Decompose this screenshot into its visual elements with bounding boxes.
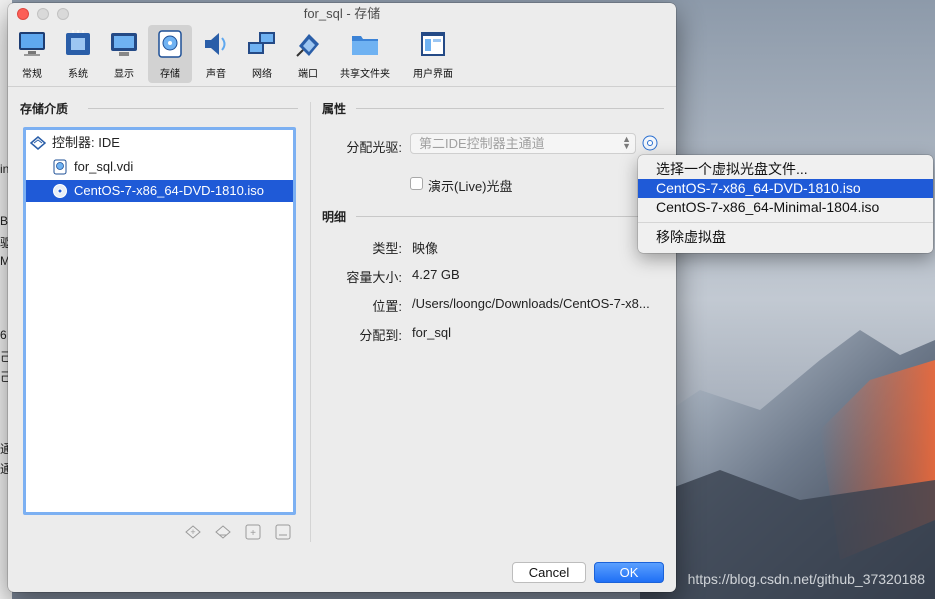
section-divider <box>356 216 664 217</box>
ok-button[interactable]: OK <box>594 562 664 583</box>
menu-item-choose-file[interactable]: 选择一个虚拟光盘文件... <box>638 160 933 179</box>
folder-icon <box>350 29 380 59</box>
tab-network[interactable]: 网络 <box>240 25 284 83</box>
tree-item-iso[interactable]: CentOS-7-x86_64-DVD-1810.iso <box>26 180 293 202</box>
cancel-button[interactable]: Cancel <box>512 562 586 583</box>
size-value: 4.27 GB <box>412 267 460 282</box>
chevron-updown-icon: ▲ ▼ <box>622 134 631 151</box>
section-divider <box>88 108 298 109</box>
tab-label: 显示 <box>114 69 134 80</box>
location-label: 位置: <box>372 299 402 314</box>
tab-label: 端口 <box>298 69 318 80</box>
remove-controller-icon[interactable] <box>214 523 232 541</box>
location-value: /Users/loongc/Downloads/CentOS-7-x8... <box>412 296 650 311</box>
pane-divider <box>310 102 311 542</box>
svg-text:+: + <box>190 527 195 537</box>
close-button[interactable] <box>17 8 29 20</box>
attached-value: for_sql <box>412 325 452 340</box>
watermark: https://blog.csdn.net/github_37320188 <box>687 571 925 587</box>
minimize-button[interactable] <box>37 8 49 20</box>
storage-page: 存储介质 控制器: IDE for_sql.vdi CentOS-7-x86_6… <box>8 87 676 592</box>
disk-icon <box>52 159 68 175</box>
live-cd-checkbox[interactable] <box>410 177 423 190</box>
select-value: 第二IDE控制器主通道 <box>419 136 545 151</box>
zoom-button[interactable] <box>57 8 69 20</box>
storage-icon <box>155 29 185 59</box>
type-label: 类型: <box>372 241 402 256</box>
tab-general[interactable]: 常规 <box>10 25 54 83</box>
menu-item-minimal-iso[interactable]: CentOS-7-x86_64-Minimal-1804.iso <box>638 198 933 217</box>
tab-display[interactable]: 显示 <box>102 25 146 83</box>
chip-icon <box>63 29 93 59</box>
choose-disk-icon[interactable] <box>642 135 658 151</box>
tab-label: 常规 <box>22 69 42 80</box>
tree-item-controller[interactable]: 控制器: IDE <box>26 132 293 154</box>
size-label: 容量大小: <box>346 270 402 285</box>
attached-label: 分配到: <box>359 328 402 343</box>
title-bar[interactable]: for_sql - 存储 <box>8 3 676 25</box>
tab-system[interactable]: 系统 <box>56 25 100 83</box>
drive-label: 分配光驱: <box>346 140 402 155</box>
display-icon <box>109 29 139 59</box>
svg-text:+: + <box>250 528 256 539</box>
settings-toolbar: 常规 系统 显示 存储 声音 网络 端口 共享文件夹 用户界面 <box>8 25 676 87</box>
monitor-icon <box>17 29 47 59</box>
menu-item-remove-disk[interactable]: 移除虚拟盘 <box>638 228 933 247</box>
menu-item-dvd-iso[interactable]: CentOS-7-x86_64-DVD-1810.iso <box>638 179 933 198</box>
tab-audio[interactable]: 声音 <box>194 25 238 83</box>
storage-section-title: 存储介质 <box>20 102 69 116</box>
ui-icon <box>418 29 448 59</box>
remove-attachment-icon[interactable] <box>274 523 292 541</box>
port-icon <box>293 29 323 59</box>
tree-item-label: for_sql.vdi <box>74 159 134 174</box>
tree-item-label: 控制器: IDE <box>52 135 120 150</box>
bg-text-fragment: B <box>0 214 9 228</box>
tree-item-vdi[interactable]: for_sql.vdi <box>26 156 293 178</box>
optical-disc-icon <box>52 183 68 199</box>
tab-label: 网络 <box>252 69 272 80</box>
tab-label: 存储 <box>160 69 180 80</box>
speaker-icon <box>201 29 231 59</box>
tab-label: 共享文件夹 <box>340 69 390 80</box>
tab-label: 声音 <box>206 69 226 80</box>
optical-disk-menu: 选择一个虚拟光盘文件... CentOS-7-x86_64-DVD-1810.i… <box>638 155 933 253</box>
window-title: for_sql - 存储 <box>303 6 381 21</box>
settings-window: for_sql - 存储 常规 系统 显示 存储 声音 网络 端口 共享文件夹 … <box>8 3 676 592</box>
tree-actions: + + <box>184 523 292 541</box>
add-attachment-icon[interactable]: + <box>244 523 262 541</box>
tab-label: 用户界面 <box>413 69 453 80</box>
section-divider <box>356 108 664 109</box>
live-cd-label: 演示(Live)光盘 <box>428 179 513 194</box>
attributes-section-title: 属性 <box>322 102 347 116</box>
bg-text-fragment: 6 <box>0 328 7 342</box>
tab-label: 系统 <box>68 69 88 80</box>
add-controller-icon[interactable]: + <box>184 523 202 541</box>
controller-icon <box>30 135 46 151</box>
optical-drive-select[interactable]: 第二IDE控制器主通道 ▲ ▼ <box>410 133 636 154</box>
tab-ports[interactable]: 端口 <box>286 25 330 83</box>
tab-shared-folders[interactable]: 共享文件夹 <box>332 25 398 83</box>
tab-user-interface[interactable]: 用户界面 <box>400 25 466 83</box>
menu-separator <box>638 222 933 223</box>
details-section-title: 明细 <box>322 210 347 224</box>
tree-item-label: CentOS-7-x86_64-DVD-1810.iso <box>74 183 265 198</box>
tab-storage[interactable]: 存储 <box>148 25 192 83</box>
network-icon <box>247 29 277 59</box>
storage-tree[interactable]: 控制器: IDE for_sql.vdi CentOS-7-x86_64-DVD… <box>23 127 296 515</box>
type-value: 映像 <box>412 241 439 256</box>
